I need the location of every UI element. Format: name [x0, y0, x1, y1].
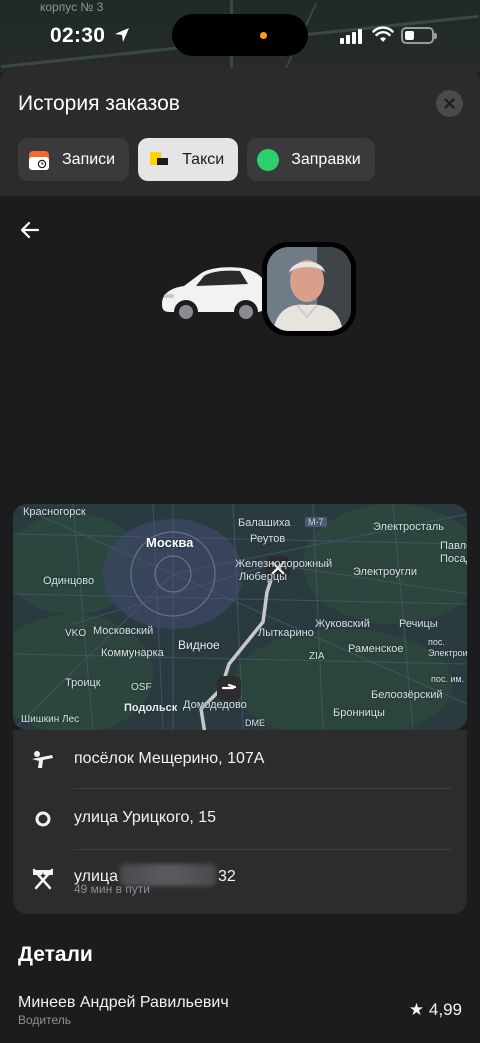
route-card: посёлок Мещерино, 107А улица Урицкого, 1…	[13, 730, 467, 914]
map-label: Павло	[440, 540, 467, 552]
back-button[interactable]	[18, 218, 42, 247]
tab-taxi-label: Такси	[182, 150, 225, 168]
divider	[74, 788, 452, 789]
map-label: Реутов	[250, 533, 286, 545]
taxi-icon	[148, 149, 170, 171]
person-waving-icon	[29, 746, 57, 774]
pickup-address: посёлок Мещерино, 107А	[74, 750, 265, 767]
map-label: Красногорск	[23, 506, 86, 518]
fuel-icon	[257, 148, 280, 171]
driver-photo	[262, 242, 356, 336]
arrow-left-icon	[20, 221, 40, 239]
sheet-title: История заказов	[18, 92, 180, 115]
map-label: Троицк	[65, 677, 101, 689]
map-label: Электроугли	[353, 566, 417, 578]
map-label: Железнодорожный	[235, 558, 333, 570]
map-label: пос. им.	[431, 674, 465, 684]
tab-taxi[interactable]: Такси	[138, 138, 239, 181]
map-label: Электрои	[428, 648, 467, 658]
map-label: Электросталь	[373, 521, 444, 533]
driver-role: Водитель	[18, 1013, 72, 1027]
driver-name: Минеев Андрей Равильевич	[18, 994, 229, 1011]
map-label: OSF	[131, 682, 152, 693]
map-label: Бронницы	[333, 707, 385, 719]
tab-records-label: Записи	[62, 150, 116, 168]
tab-records[interactable]: Записи	[18, 138, 130, 181]
privacy-dot	[260, 32, 267, 39]
finish-flags-icon	[29, 864, 57, 892]
route-map[interactable]: Красногорск Балашиха M-7 Электросталь Мо…	[13, 504, 467, 730]
rating-value: 4,99	[428, 1000, 462, 1019]
map-label: DME	[245, 718, 265, 728]
tab-fuel[interactable]: Заправки	[247, 138, 375, 181]
map-label: Видное	[178, 638, 220, 652]
map-label: Московский	[93, 625, 154, 637]
tab-fuel-label: Заправки	[291, 150, 361, 168]
stop-circle-icon	[29, 805, 57, 833]
map-label: Раменское	[348, 643, 404, 655]
pickup-marker-icon	[217, 676, 241, 700]
map-label: пос.	[428, 637, 445, 647]
map-label: Подольск	[124, 702, 178, 714]
location-arrow-icon	[115, 28, 129, 42]
close-button[interactable]	[436, 90, 463, 117]
map-label: Лыткарино	[258, 627, 314, 639]
signal-icon	[340, 29, 362, 44]
map-label: Москва	[146, 535, 194, 550]
order-history-sheet: История заказов Записи Такси Заправки	[0, 68, 480, 196]
trip-duration: 49 мин в пути	[74, 882, 151, 896]
calendar-icon	[28, 149, 50, 171]
category-tabs: Записи Такси Заправки	[18, 138, 375, 181]
driver-avatar-icon	[267, 247, 351, 331]
stop-address: улица Урицкого, 15	[74, 809, 217, 826]
map-label: Жуковский	[315, 618, 370, 630]
map-label: Коммунарка	[101, 647, 164, 659]
destination-house: 32	[217, 868, 236, 885]
map-label: VKO	[65, 628, 87, 639]
map-label: Посад	[440, 553, 467, 565]
map-label: Люберцы	[239, 571, 288, 583]
map-label: Белоозёрский	[371, 689, 443, 701]
wifi-icon	[372, 26, 394, 42]
divider	[74, 849, 452, 850]
map-label: ZIA	[309, 651, 325, 662]
map-label: Шишкин Лес	[21, 714, 80, 725]
map-label: Речицы	[399, 618, 438, 630]
dynamic-island	[172, 14, 308, 56]
map-label: M-7	[305, 517, 327, 527]
map-label: Домодедово	[183, 699, 247, 711]
map-label: Одинцово	[43, 575, 95, 587]
status-time: 02:30	[50, 24, 106, 47]
close-icon	[444, 98, 455, 109]
details-title: Детали	[18, 943, 93, 966]
battery-icon	[401, 27, 437, 44]
car-illustration	[162, 267, 268, 324]
driver-rating: ★ 4,99	[409, 1000, 462, 1020]
order-panel: Красногорск Балашиха M-7 Электросталь Мо…	[0, 196, 480, 1043]
map-label: Балашиха	[238, 517, 291, 529]
status-bar: 02:30	[0, 0, 480, 72]
star-icon: ★	[408, 1000, 425, 1019]
